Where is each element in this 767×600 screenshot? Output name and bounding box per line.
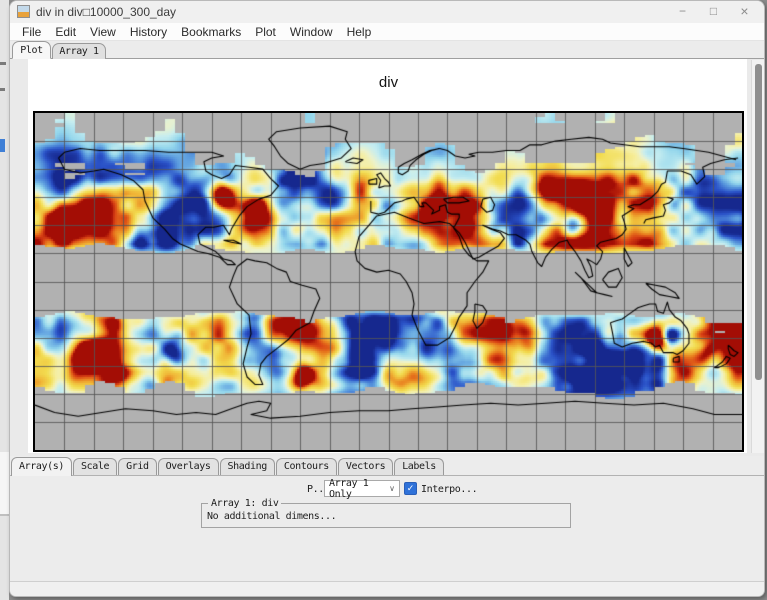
background-panel-fragment xyxy=(0,452,9,514)
tab-scale[interactable]: Scale xyxy=(73,458,117,475)
plot-title: div xyxy=(33,74,744,91)
close-button[interactable]: × xyxy=(729,1,760,23)
maximize-button[interactable]: □ xyxy=(698,1,729,23)
plot-scrollbar-thumb[interactable] xyxy=(755,64,762,380)
menu-bar: File Edit View History Bookmarks Plot Wi… xyxy=(10,23,764,41)
tab-plot[interactable]: Plot xyxy=(12,41,51,59)
background-text-fragment xyxy=(0,62,6,65)
menu-item-edit[interactable]: Edit xyxy=(48,25,83,39)
window-status-strip xyxy=(10,581,764,597)
tab-array-1[interactable]: Array 1 xyxy=(52,43,106,59)
window-titlebar[interactable]: div in div□10000_300_day − □ × xyxy=(10,1,764,23)
combine-arrays-value: Array 1 Only xyxy=(329,478,389,500)
app-window: div in div□10000_300_day − □ × File Edit… xyxy=(9,0,765,597)
plot-panel: div xyxy=(10,59,764,456)
tab-contours[interactable]: Contours xyxy=(276,458,337,475)
menu-item-window[interactable]: Window xyxy=(283,25,340,39)
window-controls: − □ × xyxy=(667,1,760,23)
tab-arrays[interactable]: Array(s) xyxy=(11,457,72,476)
menu-item-view[interactable]: View xyxy=(83,25,123,39)
check-icon: ✓ xyxy=(407,483,415,493)
settings-tab-bar: Array(s) Scale Grid Overlays Shading Con… xyxy=(10,456,764,476)
array1-dimensions-text: No additional dimens... xyxy=(207,511,336,522)
window-icon xyxy=(17,5,30,18)
menu-item-file[interactable]: File xyxy=(15,25,48,39)
combine-arrays-select[interactable]: Array 1 Only ∨ xyxy=(324,480,400,497)
tab-shading[interactable]: Shading xyxy=(220,458,275,475)
background-window-strip xyxy=(0,0,9,600)
chevron-down-icon: ∨ xyxy=(389,484,395,493)
minimize-button[interactable]: − xyxy=(667,1,698,23)
tab-vectors[interactable]: Vectors xyxy=(338,458,393,475)
array1-groupbox-legend: Array 1: div xyxy=(208,498,281,509)
tab-overlays[interactable]: Overlays xyxy=(158,458,219,475)
menu-item-help[interactable]: Help xyxy=(340,25,379,39)
menu-item-history[interactable]: History xyxy=(123,25,174,39)
background-divider-fragment xyxy=(0,514,9,516)
plot-scrollbar-track[interactable] xyxy=(751,60,764,453)
menu-item-plot[interactable]: Plot xyxy=(248,25,283,39)
background-text-fragment xyxy=(0,88,5,91)
main-tab-bar: Plot Array 1 xyxy=(10,42,764,59)
tab-grid[interactable]: Grid xyxy=(118,458,156,475)
interpolate-checkbox[interactable]: ✓ xyxy=(404,482,417,495)
window-title: div in div□10000_300_day xyxy=(36,1,176,23)
menu-item-bookmarks[interactable]: Bookmarks xyxy=(174,25,248,39)
array1-groupbox: Array 1: div No additional dimens... xyxy=(201,503,571,528)
map-plot-canvas xyxy=(35,113,742,450)
background-selection-fragment xyxy=(0,139,5,152)
array-settings-panel: P... Array 1 Only ∨ ✓ Interpo... Array 1… xyxy=(10,477,764,581)
tab-labels[interactable]: Labels xyxy=(394,458,444,475)
map-plot-frame xyxy=(33,111,744,452)
interpolate-label: Interpo... xyxy=(421,484,477,495)
